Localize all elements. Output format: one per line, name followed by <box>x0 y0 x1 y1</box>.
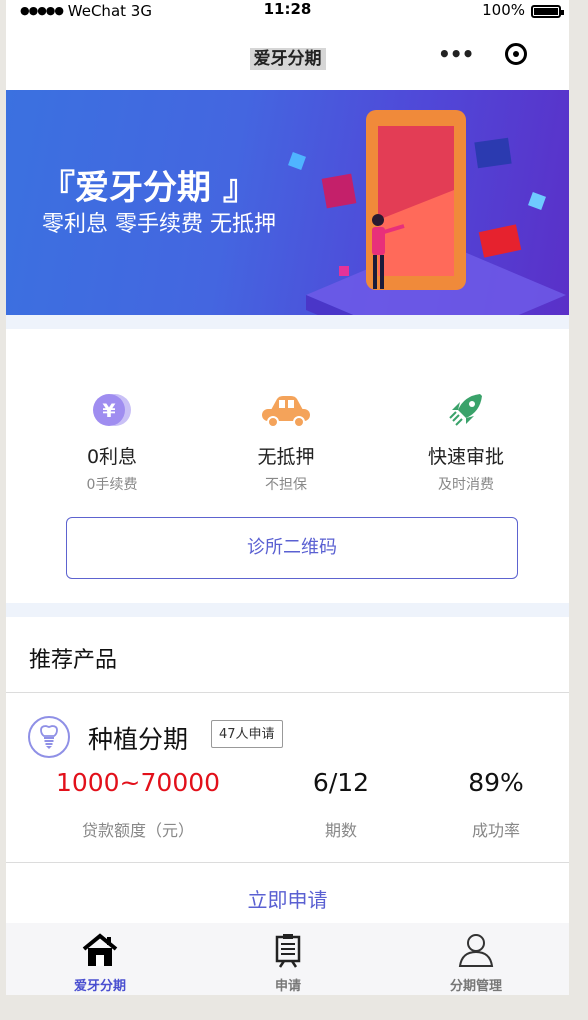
stat-label: 贷款额度（元） <box>81 821 194 840</box>
tab-apply[interactable]: 申请 <box>194 923 382 994</box>
stat-value: 89% <box>468 768 524 797</box>
divider <box>6 862 569 863</box>
rocket-icon <box>449 394 482 426</box>
feature-title: 0利息 <box>86 446 138 468</box>
status-bar: ●●●●● WeChat 3G 11:28 100% <box>6 0 569 22</box>
section-divider <box>6 315 569 329</box>
feature-fast-approval: 快速审批 及时消费 <box>386 390 546 494</box>
tab-installment-management[interactable]: 分期管理 <box>382 923 569 994</box>
yen-coin-icon: ¥ <box>93 394 131 426</box>
section-divider <box>6 603 569 617</box>
feature-title: 无抵押 <box>257 446 315 468</box>
product-name: 种植分期 <box>88 725 189 754</box>
clipboard-icon <box>275 934 301 968</box>
feature-zero-interest: ¥ 0利息 0手续费 <box>32 390 192 494</box>
clinic-qr-button[interactable]: 诊所二维码 <box>66 517 518 579</box>
tab-label: 爱牙分期 <box>73 979 126 994</box>
tab-bar: 爱牙分期 申请 分期管理 <box>6 923 569 995</box>
stat-label: 成功率 <box>471 821 520 840</box>
apply-now-button[interactable]: 立即申请 <box>6 884 569 913</box>
battery-icon <box>531 5 564 18</box>
tab-label: 分期管理 <box>449 979 502 994</box>
user-icon <box>458 934 494 967</box>
stat-success-rate: 89% 成功率 <box>401 768 569 841</box>
banner-illustration <box>288 110 566 315</box>
tab-home[interactable]: 爱牙分期 <box>6 923 194 994</box>
page-title: 爱牙分期 <box>6 44 569 70</box>
feature-subtitle: 0手续费 <box>86 477 138 493</box>
battery-status: 100% <box>482 1 564 19</box>
svg-text:¥: ¥ <box>102 400 115 422</box>
phone-screen: ●●●●● WeChat 3G 11:28 100% 爱牙分期 ••• 『爱牙分… <box>6 0 569 995</box>
applicant-count-badge: 47人申请 <box>211 720 283 748</box>
feature-title: 快速审批 <box>427 446 504 468</box>
battery-label: 100% <box>482 1 525 19</box>
more-dots-icon[interactable]: ••• <box>438 42 474 66</box>
close-circle-icon[interactable] <box>505 43 527 65</box>
section-title-recommend: 推荐产品 <box>29 648 118 673</box>
tooth-icon <box>28 716 70 758</box>
car-icon <box>262 396 310 428</box>
home-icon <box>82 933 118 966</box>
feature-subtitle: 及时消费 <box>438 477 494 493</box>
feature-subtitle: 不担保 <box>265 477 307 493</box>
nav-bar: 爱牙分期 ••• <box>6 22 569 90</box>
stat-value: 1000~70000 <box>55 768 221 797</box>
stat-loan-amount: 1000~70000 贷款额度（元） <box>43 768 233 841</box>
promo-banner[interactable]: 『爱牙分期 』 零利息 零手续费 无抵押 <box>6 90 569 315</box>
divider <box>6 692 569 693</box>
tab-label: 申请 <box>274 979 301 994</box>
feature-no-collateral: 无抵押 不担保 <box>206 390 366 494</box>
